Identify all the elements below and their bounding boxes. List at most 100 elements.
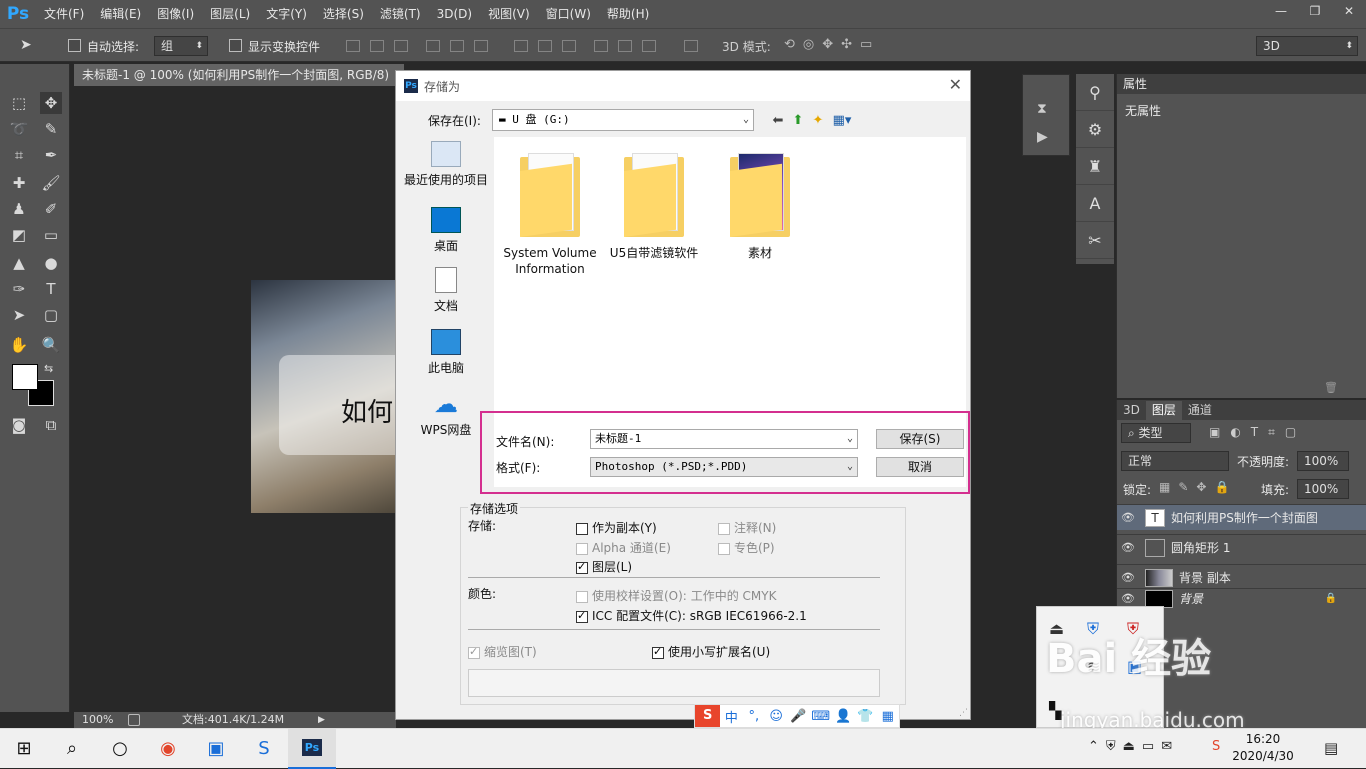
auto-select-checkbox[interactable] — [68, 39, 81, 52]
3d-mode-icons[interactable]: ⟲◎✥✣▭ — [784, 37, 880, 52]
trash-icon[interactable]: 🗑 — [1324, 381, 1338, 394]
restore-button[interactable]: ❐ — [1298, 0, 1332, 22]
path-select-tool-icon[interactable]: ➤ — [8, 304, 30, 326]
distribute-top-icon[interactable] — [514, 40, 528, 52]
clone-source-icon[interactable]: ♜ — [1076, 148, 1114, 185]
brush-presets-icon[interactable]: ⚲ — [1076, 74, 1114, 111]
layer-row[interactable]: 👁 背景 🔒 — [1117, 588, 1366, 608]
photoshop-taskbar-icon[interactable]: Ps — [288, 728, 336, 769]
distribute-hcenter-icon[interactable] — [618, 40, 632, 52]
opacity-input[interactable]: 100% — [1297, 451, 1349, 471]
fill-input[interactable]: 100% — [1297, 479, 1349, 499]
emoji-icon[interactable]: ☺ — [765, 709, 787, 724]
properties-tab[interactable]: 属性 — [1117, 74, 1366, 94]
place-documents[interactable]: 文档 — [402, 267, 490, 314]
resize-grip-icon[interactable]: ⋰ — [959, 708, 968, 718]
screen-mode-icon[interactable]: ⧉ — [40, 414, 62, 436]
quick-mask-icon[interactable]: ◙ — [8, 414, 30, 436]
layers-option[interactable]: 图层(L) — [576, 558, 632, 575]
up-folder-icon[interactable]: ⬆ — [788, 110, 808, 130]
eyedropper-tool-icon[interactable]: ✒ — [40, 144, 62, 166]
punctuation-icon[interactable]: °, — [743, 709, 765, 724]
auto-align-icon[interactable] — [684, 40, 698, 52]
layers-checkbox[interactable] — [576, 560, 588, 574]
sogou-browser-icon[interactable]: S — [240, 729, 288, 769]
browser-icon[interactable]: ◉ — [144, 729, 192, 769]
folder-item[interactable]: U5自带滤镜软件 — [606, 153, 702, 261]
lasso-tool-icon[interactable]: ➰ — [8, 118, 30, 140]
layer-filter-dropdown[interactable]: ⌕ 类型 — [1121, 423, 1191, 443]
align-bottom-icon[interactable] — [394, 40, 408, 52]
distribute-vcenter-icon[interactable] — [538, 40, 552, 52]
menu-image[interactable]: 图像(I) — [149, 0, 202, 28]
dodge-tool-icon[interactable]: ● — [40, 252, 62, 274]
visibility-eye-icon[interactable]: 👁 — [1117, 541, 1139, 554]
notification-icon[interactable]: ▤ — [1324, 739, 1338, 757]
system-tray-icons[interactable]: ⌃⛨⏏▭✉ — [1088, 739, 1179, 754]
sogou-tray-icon[interactable]: S — [1212, 739, 1220, 754]
crop-tool-icon[interactable]: ⌗ — [8, 144, 30, 166]
visibility-eye-icon[interactable]: 👁 — [1117, 511, 1139, 524]
gradient-tool-icon[interactable]: ▭ — [40, 224, 62, 246]
ime-mode[interactable]: 中 — [720, 707, 742, 726]
tool-presets-icon[interactable]: ✂ — [1076, 222, 1114, 259]
swap-colors-icon[interactable]: ⇆ — [44, 362, 53, 375]
align-vcenter-icon[interactable] — [370, 40, 384, 52]
marquee-tool-icon[interactable]: ⬚ — [8, 92, 30, 114]
tab-3d[interactable]: 3D — [1117, 401, 1146, 420]
align-hcenter-icon[interactable] — [450, 40, 464, 52]
visibility-eye-icon[interactable]: 👁 — [1117, 592, 1139, 605]
search-icon[interactable]: ⌕ — [48, 729, 96, 769]
toolbox-icon[interactable]: ▦ — [877, 709, 899, 724]
brush-tool-icon[interactable]: 🖌 — [40, 172, 62, 194]
zoom-tool-icon[interactable]: 🔍 — [40, 334, 62, 356]
align-top-icon[interactable] — [346, 40, 360, 52]
new-folder-icon[interactable]: ✦ — [808, 110, 828, 130]
eraser-tool-icon[interactable]: ◩ — [8, 224, 30, 246]
icc-checkbox[interactable] — [576, 609, 588, 623]
align-right-icon[interactable] — [474, 40, 488, 52]
taskbar-clock[interactable]: 16:20 2020/4/30 — [1228, 731, 1298, 765]
close-button[interactable]: ✕ — [1332, 0, 1366, 22]
stamp-tool-icon[interactable]: ♟ — [8, 198, 30, 220]
as-copy-checkbox[interactable] — [576, 522, 588, 535]
show-transform-checkbox[interactable] — [229, 39, 242, 52]
save-in-dropdown[interactable]: ▬ U 盘 (G:) ⌄ — [492, 109, 754, 131]
menu-layer[interactable]: 图层(L) — [202, 0, 258, 28]
filename-input[interactable]: 未标题-1 ⌄ — [590, 429, 858, 449]
menu-3d[interactable]: 3D(D) — [429, 0, 480, 28]
status-menu-arrow-icon[interactable]: ▶ — [318, 712, 325, 728]
tab-layers[interactable]: 图层 — [1145, 401, 1182, 420]
task-view-icon[interactable]: ○ — [96, 729, 144, 769]
visibility-eye-icon[interactable]: 👁 — [1117, 571, 1139, 584]
distribute-bottom-icon[interactable] — [562, 40, 576, 52]
user-icon[interactable]: 👤 — [832, 709, 854, 724]
icc-option[interactable]: ICC 配置文件(C): sRGB IEC61966-2.1 — [576, 607, 807, 624]
folder-item[interactable]: System Volume Information — [502, 153, 598, 277]
distribute-left-icon[interactable] — [594, 40, 608, 52]
history-icon[interactable]: ⧗ — [1037, 101, 1047, 117]
adjustments-icon[interactable]: ⚙ — [1076, 111, 1114, 148]
quick-select-tool-icon[interactable]: ✎ — [40, 118, 62, 140]
blur-tool-icon[interactable]: ▲ — [8, 252, 30, 274]
layer-row[interactable]: 👁 圆角矩形 1 — [1117, 534, 1366, 560]
skin-icon[interactable]: 👕 — [854, 709, 876, 724]
zoom-level[interactable]: 100% — [82, 712, 113, 728]
layer-row[interactable]: 👁 T 如何利用PS制作一个封面图 — [1117, 504, 1366, 530]
cancel-button[interactable]: 取消 — [876, 457, 964, 477]
as-copy-option[interactable]: 作为副本(Y) — [576, 519, 657, 536]
hand-tool-icon[interactable]: ✋ — [8, 334, 30, 356]
shape-tool-icon[interactable]: ▢ — [40, 304, 62, 326]
tab-channels[interactable]: 通道 — [1182, 401, 1218, 420]
sogou-logo[interactable]: S — [695, 705, 721, 727]
keyboard-icon[interactable]: ⌨ — [810, 709, 832, 724]
actions-play-icon[interactable]: ▶ — [1037, 129, 1048, 145]
character-icon[interactable]: A — [1076, 185, 1114, 222]
menu-select[interactable]: 选择(S) — [315, 0, 372, 28]
healing-tool-icon[interactable]: ✚ — [8, 172, 30, 194]
place-desktop[interactable]: 桌面 — [402, 207, 490, 254]
type-tool-icon[interactable]: T — [40, 278, 62, 300]
lock-icons[interactable]: ▦✎✥🔒 — [1159, 480, 1237, 494]
dialog-close-icon[interactable]: ✕ — [949, 75, 962, 94]
lowercase-checkbox[interactable] — [652, 645, 664, 659]
